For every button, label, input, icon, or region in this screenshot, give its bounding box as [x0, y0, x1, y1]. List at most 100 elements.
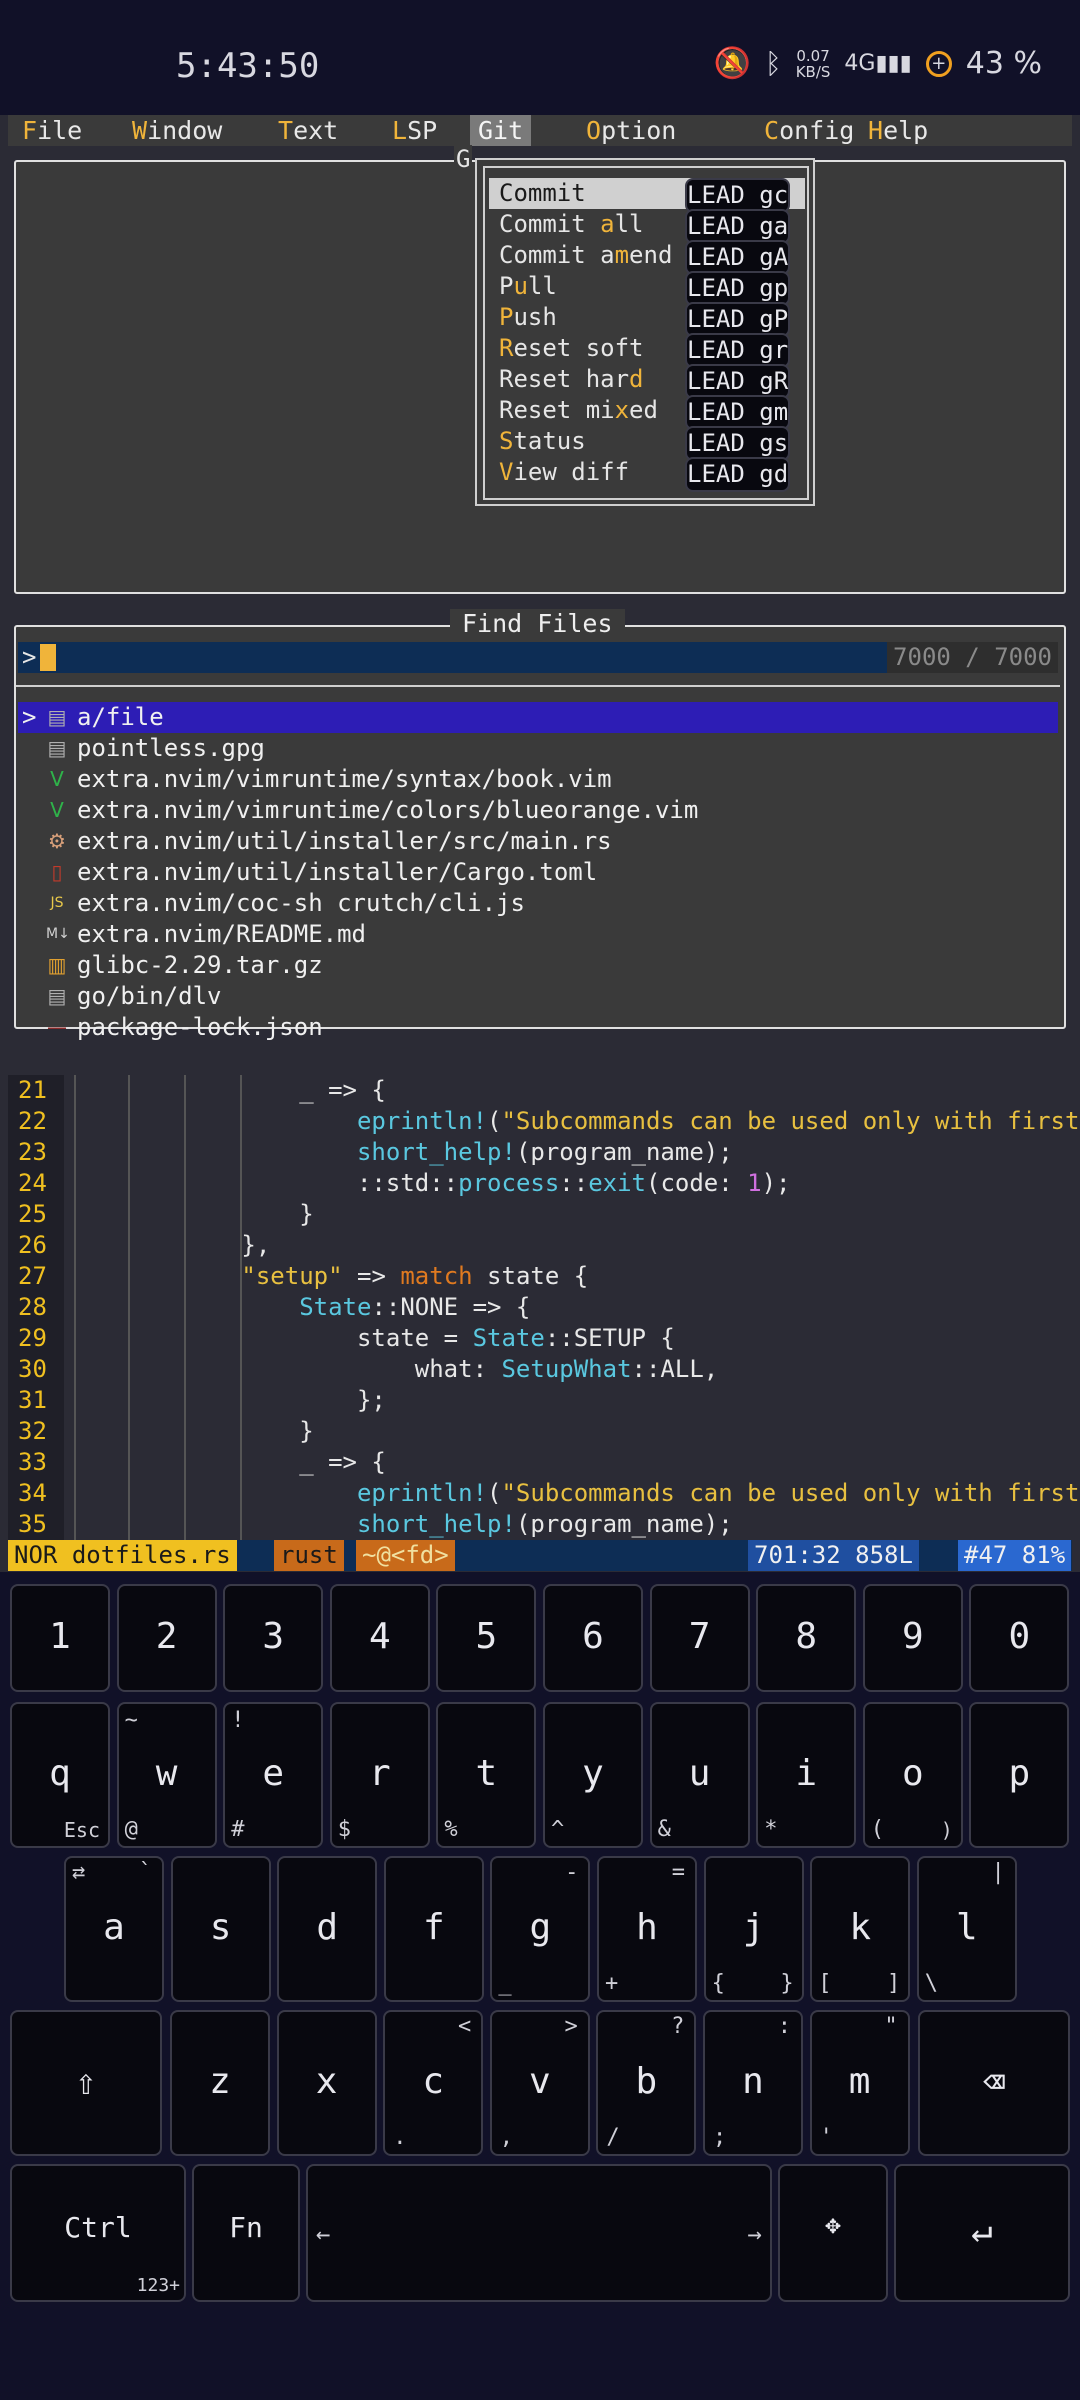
- code-line: 22 eprintln!("Subcommands can be used on…: [8, 1106, 1079, 1137]
- enter-key[interactable]: ↵: [894, 2164, 1070, 2302]
- line-text: _ => {: [68, 1076, 386, 1104]
- git-menu-item-push[interactable]: Push LEAD gP: [489, 302, 805, 337]
- git-menu-item-pull[interactable]: Pull LEAD gp: [489, 271, 805, 306]
- key-label: e: [262, 1753, 285, 1794]
- key-c[interactable]: c <.: [383, 2010, 484, 2156]
- space-key[interactable]: ← →: [306, 2164, 772, 2302]
- fn-key[interactable]: Fn: [192, 2164, 300, 2302]
- git-menu-item-view-diff[interactable]: View diff LEAD gd: [489, 457, 805, 492]
- key-a[interactable]: a ⇄ `: [64, 1856, 164, 2002]
- cursor-nav-key[interactable]: ✥: [778, 2164, 888, 2302]
- git-menu-item-reset-soft[interactable]: Reset soft LEAD gr: [489, 333, 805, 368]
- key-n[interactable]: n:;: [703, 2010, 803, 2156]
- file-list-item[interactable]: ▤ pointless.gpg: [18, 733, 1058, 764]
- rust-icon: ⚙: [48, 829, 66, 853]
- git-menu-item-commit-amend[interactable]: Commit amend LEAD gA: [489, 240, 805, 275]
- file-list-item[interactable]: ⚙ extra.nvim/util/installer/src/main.rs: [18, 826, 1058, 857]
- file-list-item[interactable]: ▯ extra.nvim/util/installer/Cargo.toml: [18, 857, 1058, 888]
- key-i[interactable]: i *: [756, 1702, 857, 1848]
- key-7[interactable]: 7: [649, 1584, 750, 1692]
- key-t[interactable]: t%: [436, 1702, 537, 1848]
- key-q[interactable]: q Esc: [10, 1702, 110, 1848]
- key-6[interactable]: 6: [543, 1584, 643, 1692]
- key-f[interactable]: f: [383, 1856, 484, 2002]
- line-number: 23: [18, 1138, 47, 1166]
- file-list-item[interactable]: Vextra.nvim/vimruntime/syntax/book.vim: [18, 764, 1058, 795]
- key-v[interactable]: v >,: [489, 2010, 590, 2156]
- key-secondary-label: ": [884, 2014, 898, 2039]
- key-k[interactable]: k []: [810, 1856, 911, 2002]
- file-list-item[interactable]: — package-lock.json: [18, 1012, 1058, 1043]
- git-menu-item-commit-all[interactable]: Commit all LEAD ga: [489, 209, 805, 244]
- menu-help[interactable]: Help: [860, 115, 936, 146]
- menu-lsp[interactable]: LSP: [384, 115, 445, 146]
- find-files-input[interactable]: > 7000 / 7000: [18, 642, 1058, 673]
- line-number: 21: [18, 1076, 47, 1104]
- menu-option[interactable]: Option: [578, 115, 684, 146]
- key-2[interactable]: 2: [116, 1584, 217, 1692]
- code-editor[interactable]: 21 _ => {22 eprintln!("Subcommands can b…: [8, 1075, 1079, 1575]
- backspace-key[interactable]: ⌫: [918, 2010, 1070, 2156]
- key-r[interactable]: r $: [329, 1702, 430, 1848]
- key-m[interactable]: m " ': [809, 2010, 910, 2156]
- key-0[interactable]: 0: [969, 1584, 1070, 1692]
- key-o[interactable]: o (): [862, 1702, 963, 1848]
- key-9[interactable]: 9: [862, 1584, 963, 1692]
- key-8[interactable]: 8: [756, 1584, 857, 1692]
- key-label: b: [635, 2061, 658, 2102]
- key-b[interactable]: b? /: [596, 2010, 697, 2156]
- key-z[interactable]: z: [170, 2010, 270, 2156]
- key-j[interactable]: j {}: [703, 1856, 804, 2002]
- line-number: 31: [18, 1386, 47, 1414]
- file-list-item[interactable]: JS extra.nvim/coc-sh crutch/cli.js: [18, 888, 1058, 919]
- menu-git[interactable]: Git: [470, 115, 532, 146]
- file-name: pointless.gpg: [77, 734, 265, 762]
- file-list-item[interactable]: M↓ extra.nvim/README.md: [18, 919, 1058, 950]
- file-list-item[interactable]: Vextra.nvim/vimruntime/colors/blueorange…: [18, 795, 1058, 826]
- key-d[interactable]: d: [277, 1856, 378, 2002]
- ctrl-key[interactable]: Ctrl 123+: [10, 2164, 186, 2302]
- arrow-left-icon: ←: [316, 2220, 331, 2248]
- key-u[interactable]: u &: [649, 1702, 750, 1848]
- line-number: 35: [18, 1510, 47, 1538]
- key-x[interactable]: x: [276, 2010, 377, 2156]
- key-s[interactable]: s: [170, 1856, 271, 2002]
- menu-text[interactable]: Text: [270, 115, 346, 146]
- system-icons: 🔕 ᛒ 0.07 KB/S 4G▮▮▮ + 43 %: [714, 46, 1042, 81]
- key-g[interactable]: g - _: [490, 1856, 591, 2002]
- menu-window[interactable]: Window: [124, 115, 230, 146]
- key-5[interactable]: 5: [436, 1584, 537, 1692]
- key-e[interactable]: e! #: [223, 1702, 324, 1848]
- key-h[interactable]: h = +: [597, 1856, 697, 2002]
- backspace-icon: ⌫: [983, 2062, 1005, 2103]
- file-list-item[interactable]: ▥ glibc-2.29.tar.gz: [18, 950, 1058, 981]
- key-l[interactable]: l | \: [916, 1856, 1017, 2002]
- file-list-item[interactable]: > ▤ a/file: [18, 702, 1058, 733]
- git-menu-item-reset-mixed[interactable]: Reset mixed LEAD gm: [489, 395, 805, 430]
- key-secondary-label: ~: [124, 1708, 138, 1733]
- key-4[interactable]: 4: [329, 1584, 430, 1692]
- line-text: short_help!(program_name);: [356, 1510, 733, 1538]
- git-menu-item-status[interactable]: Status LEAD gs: [489, 426, 805, 461]
- key-secondary-label: `: [138, 1860, 152, 1885]
- line-text: _ => {: [68, 1448, 386, 1476]
- git-menu-item-commit[interactable]: Commit LEAD gc: [489, 178, 805, 213]
- line-text: state = State::SETUP {: [68, 1324, 675, 1352]
- line-number: 34: [18, 1479, 47, 1507]
- key-3[interactable]: 3: [223, 1584, 324, 1692]
- key-p[interactable]: p: [969, 1702, 1070, 1848]
- line-text: eprintln!("Subcommands can be used only …: [356, 1107, 1080, 1135]
- key-1[interactable]: 1: [10, 1584, 110, 1692]
- git-menu-item-reset-hard[interactable]: Reset hard LEAD gR: [489, 364, 805, 399]
- key-label: m: [848, 2061, 871, 2102]
- key-label: n: [742, 2061, 764, 2102]
- key-y[interactable]: y ^: [543, 1702, 643, 1848]
- key-label: 5: [475, 1616, 498, 1657]
- file-list-item[interactable]: ▤ go/bin/dlv: [18, 981, 1058, 1012]
- battery-level: 43 %: [965, 46, 1042, 81]
- shift-key[interactable]: ⇧: [10, 2010, 162, 2156]
- menu-file[interactable]: File: [14, 115, 90, 146]
- key-w[interactable]: w ~ @: [116, 1702, 217, 1848]
- terminal-window[interactable]: File Window Text LSP Git Option Config H…: [0, 115, 1080, 1572]
- menu-config[interactable]: Config: [756, 115, 862, 146]
